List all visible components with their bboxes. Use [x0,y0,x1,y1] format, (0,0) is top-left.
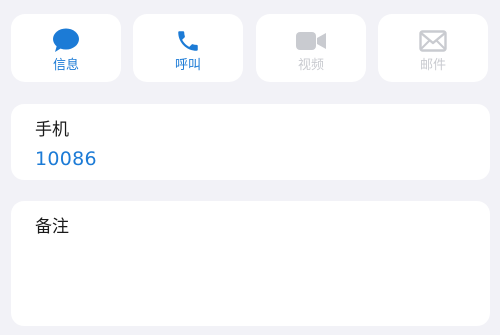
contact-actions-row: 信息 呼叫 视频 邮件 [0,0,500,100]
mail-button[interactable]: 邮件 [378,14,488,82]
message-button[interactable]: 信息 [11,14,121,82]
phone-card[interactable]: 手机 10086 [11,104,490,180]
notes-field-label: 备注 [35,217,69,237]
message-label: 信息 [52,58,79,73]
envelope-icon [378,26,488,56]
phone-field-label: 手机 [35,120,69,140]
video-button[interactable]: 视频 [256,14,366,82]
notes-card[interactable]: 备注 [11,201,490,326]
video-camera-icon [256,26,366,56]
message-bubble-icon [11,26,121,56]
mail-label: 邮件 [419,58,446,73]
phone-number-link[interactable]: 10086 [35,147,97,171]
phone-icon [133,26,243,56]
call-button[interactable]: 呼叫 [133,14,243,82]
call-label: 呼叫 [174,58,201,73]
video-label: 视频 [297,58,324,73]
